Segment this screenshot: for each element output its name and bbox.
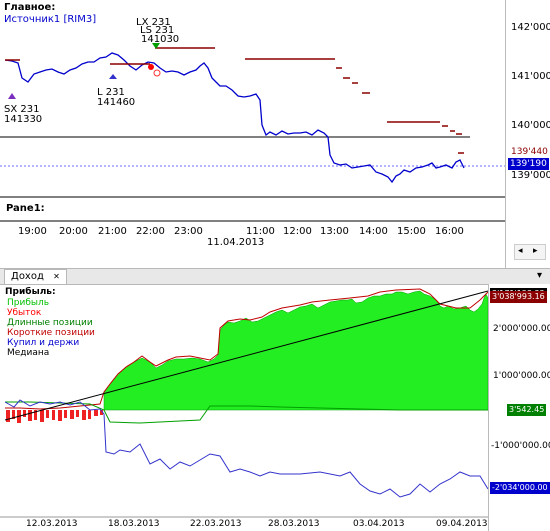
sell-short-marker (8, 93, 16, 99)
buy-marker (109, 74, 117, 79)
time-tick: 14:00 (359, 226, 388, 237)
time-tick: 15:00 (397, 226, 426, 237)
loss-bars (6, 410, 103, 423)
date-tick: 22.03.2013 (190, 519, 242, 529)
price-tick: 140'000 (511, 120, 550, 131)
date-tick: 18.03.2013 (108, 519, 160, 529)
time-tick: 20:00 (59, 226, 88, 237)
long-value-tag: 3'542.45 (507, 404, 547, 416)
date-tick: 12.03.2013 (26, 519, 78, 529)
chart-title: Главное: (4, 2, 56, 13)
time-tick: 11:00 (246, 226, 275, 237)
chevron-left-icon[interactable]: ◂ (518, 246, 523, 256)
price-tick: 142'000 (511, 22, 550, 33)
value-tick: 2'000'000.00 (493, 324, 550, 334)
date-tick: 03.04.2013 (353, 519, 405, 529)
legend-median: Медиана (7, 348, 50, 358)
scroll-nav[interactable]: ◂ ▸ (514, 244, 546, 260)
price-tick: 141'000 (511, 71, 550, 82)
chevron-right-icon[interactable]: ▸ (533, 246, 538, 256)
annotation-l-price: 141460 (97, 97, 136, 108)
value-tick: -1'000'000.00 (491, 441, 550, 451)
last-price-tag: 139'190 (508, 158, 549, 170)
short-value-tag: 3'038'993.16 (490, 291, 547, 303)
legend-loss: Убыток (7, 308, 42, 318)
date-label: 11.04.2013 (207, 237, 265, 248)
legend-title: Прибыль: (5, 287, 56, 297)
source-label[interactable]: Источник1 [RIM3] (4, 14, 96, 25)
time-tick: 23:00 (174, 226, 203, 237)
date-tick: 28.03.2013 (268, 519, 320, 529)
tab-strip: Доход ✕ ▾ (0, 268, 550, 285)
legend-buy-hold: Купил и держи (7, 338, 80, 348)
time-tick: 16:00 (435, 226, 464, 237)
price-series-line (4, 52, 465, 184)
pane-label: Pane1: (6, 203, 45, 214)
time-tick: 12:00 (283, 226, 312, 237)
tab-income-label: Доход (11, 271, 44, 282)
tab-income[interactable]: Доход ✕ (4, 269, 67, 284)
profit-area (103, 290, 489, 411)
time-tick: 21:00 (98, 226, 127, 237)
value-tick: 1'000'000.00 (493, 371, 550, 381)
close-icon[interactable]: ✕ (53, 272, 60, 281)
legend-short: Короткие позиции (7, 328, 95, 338)
entry-dot (148, 64, 154, 70)
time-tick: 13:00 (320, 226, 349, 237)
position-price-tag: 139'440 (511, 147, 548, 157)
main-price-chart[interactable]: Главное: Источник1 [RIM3] Pane1: LX 231 … (0, 0, 550, 268)
annotation-ls-price: 141030 (141, 34, 180, 45)
chevron-down-icon[interactable]: ▾ (537, 270, 542, 281)
annotation-sx-price: 141330 (4, 114, 43, 125)
legend-profit: Прибыль (7, 298, 50, 308)
date-tick: 09.04.2013 (436, 519, 488, 529)
time-tick: 19:00 (18, 226, 47, 237)
buy-hold-value-tag: -2'034'000.00 (490, 482, 550, 494)
equity-chart[interactable]: Прибыль: Прибыль Убыток Длинные позиции … (0, 284, 550, 531)
value-axis[interactable]: 3'171'123.22 3'038'993.16 2'000'000.00 1… (488, 284, 550, 531)
time-tick: 22:00 (136, 226, 165, 237)
legend-long: Длинные позиции (7, 318, 93, 328)
price-axis[interactable]: 142'000 141'000 140'000 139'000 139'440 … (505, 0, 550, 268)
exit-circle (153, 69, 161, 77)
price-tick: 139'000 (511, 170, 550, 181)
